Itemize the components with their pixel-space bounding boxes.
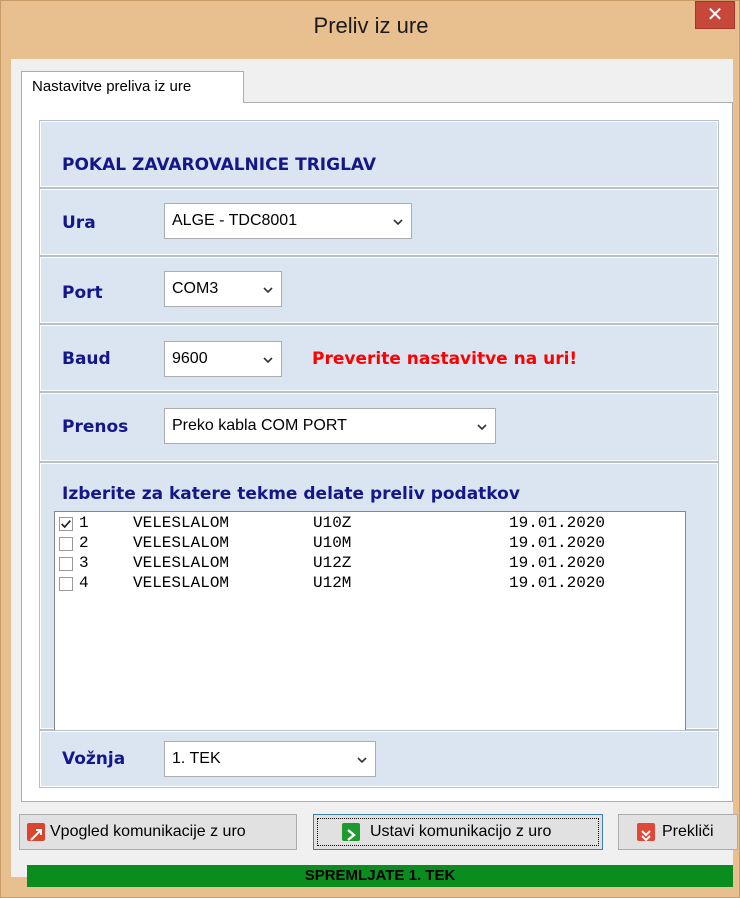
race-category: U10M	[313, 534, 352, 552]
cancel-label: Prekliči	[662, 823, 714, 840]
list-item[interactable]: 3 VELESLALOM U12Z 19.01.2020	[59, 554, 605, 574]
port-label: Port	[62, 283, 103, 303]
close-button[interactable]: ✕	[695, 1, 735, 29]
chevron-down-icon	[393, 219, 403, 226]
prenos-panel: Prenos Preko kabla COM PORT	[39, 392, 719, 462]
race-number: 2	[79, 534, 89, 552]
header-panel: POKAL ZAVAROVALNICE TRIGLAV	[39, 120, 719, 188]
baud-warning: Preverite nastavitve na uri!	[312, 349, 578, 369]
list-item[interactable]: 4 VELESLALOM U12M 19.01.2020	[59, 574, 605, 594]
window-title: Preliv iz ure	[313, 13, 429, 38]
race-discipline: VELESLALOM	[133, 514, 230, 532]
race-date: 19.01.2020	[509, 534, 606, 552]
close-icon: ✕	[706, 4, 724, 26]
stop-communication-label: Ustavi komunikacijo z uro	[370, 823, 552, 840]
list-item[interactable]: 1 VELESLALOM U10Z 19.01.2020	[59, 514, 605, 534]
tab-settings[interactable]: Nastavitve preliva iz ure	[21, 71, 244, 103]
view-communication-button[interactable]: Vpogled komunikacije z uro	[19, 814, 297, 850]
chevron-down-icon	[477, 424, 487, 431]
prenos-value: Preko kabla COM PORT	[172, 417, 347, 434]
race-4-checkbox[interactable]	[59, 577, 73, 591]
race-number: 1	[79, 514, 89, 532]
ura-select[interactable]: ALGE - TDC8001	[164, 203, 412, 239]
race-category: U10Z	[313, 514, 352, 532]
page-title: POKAL ZAVAROVALNICE TRIGLAV	[62, 155, 377, 175]
voznja-panel: Vožnja 1. TEK	[39, 730, 719, 788]
race-discipline: VELESLALOM	[133, 554, 230, 572]
chevron-down-icon	[263, 357, 273, 364]
baud-label: Baud	[62, 349, 111, 369]
baud-select[interactable]: 9600	[164, 341, 282, 377]
race-date: 19.01.2020	[509, 514, 606, 532]
prenos-select[interactable]: Preko kabla COM PORT	[164, 408, 496, 444]
race-category: U12Z	[313, 554, 352, 572]
race-number: 4	[79, 574, 89, 592]
chevron-down-icon	[263, 287, 273, 294]
checkmark-icon	[61, 520, 71, 529]
port-panel: Port COM3	[39, 256, 719, 324]
race-date: 19.01.2020	[509, 574, 606, 592]
race-category: U12M	[313, 574, 352, 592]
race-date: 19.01.2020	[509, 554, 606, 572]
baud-panel: Baud 9600 Preverite nastavitve na uri!	[39, 324, 719, 392]
cancel-icon	[637, 823, 655, 842]
dialog-window: Preliv iz ure ✕ Nastavitve preliva iz ur…	[0, 0, 740, 898]
play-icon	[342, 823, 360, 841]
list-item[interactable]: 2 VELESLALOM U10M 19.01.2020	[59, 534, 605, 554]
race-number: 3	[79, 554, 89, 572]
ura-panel: Ura ALGE - TDC8001	[39, 188, 719, 256]
race-discipline: VELESLALOM	[133, 574, 230, 592]
port-value: COM3	[172, 280, 219, 297]
view-communication-label: Vpogled komunikacije z uro	[50, 823, 246, 840]
races-panel: Izberite za katere tekme delate preliv p…	[39, 462, 719, 739]
title-bar[interactable]: Preliv iz ure ✕	[1, 1, 740, 59]
races-heading: Izberite za katere tekme delate preliv p…	[62, 484, 520, 504]
voznja-value: 1. TEK	[172, 750, 221, 767]
race-2-checkbox[interactable]	[59, 537, 73, 551]
chevron-down-icon	[357, 757, 367, 764]
view-icon	[27, 823, 45, 841]
status-bar: SPREMLJATE 1. TEK	[27, 865, 733, 887]
voznja-select[interactable]: 1. TEK	[164, 741, 376, 777]
race-3-checkbox[interactable]	[59, 557, 73, 571]
voznja-label: Vožnja	[62, 749, 126, 769]
ura-label: Ura	[62, 213, 96, 233]
race-1-checkbox[interactable]	[59, 517, 73, 531]
race-discipline: VELESLALOM	[133, 534, 230, 552]
port-select[interactable]: COM3	[164, 271, 282, 307]
dialog-client-area: Nastavitve preliva iz ure POKAL ZAVAROVA…	[11, 59, 738, 887]
cancel-button[interactable]: Prekliči	[618, 814, 738, 850]
baud-value: 9600	[172, 350, 208, 367]
ura-value: ALGE - TDC8001	[172, 212, 298, 229]
prenos-label: Prenos	[62, 417, 129, 437]
stop-communication-button[interactable]: Ustavi komunikacijo z uro	[313, 814, 603, 850]
races-checklist[interactable]: 1 VELESLALOM U10Z 19.01.2020 2 VELESLALO…	[54, 511, 686, 739]
